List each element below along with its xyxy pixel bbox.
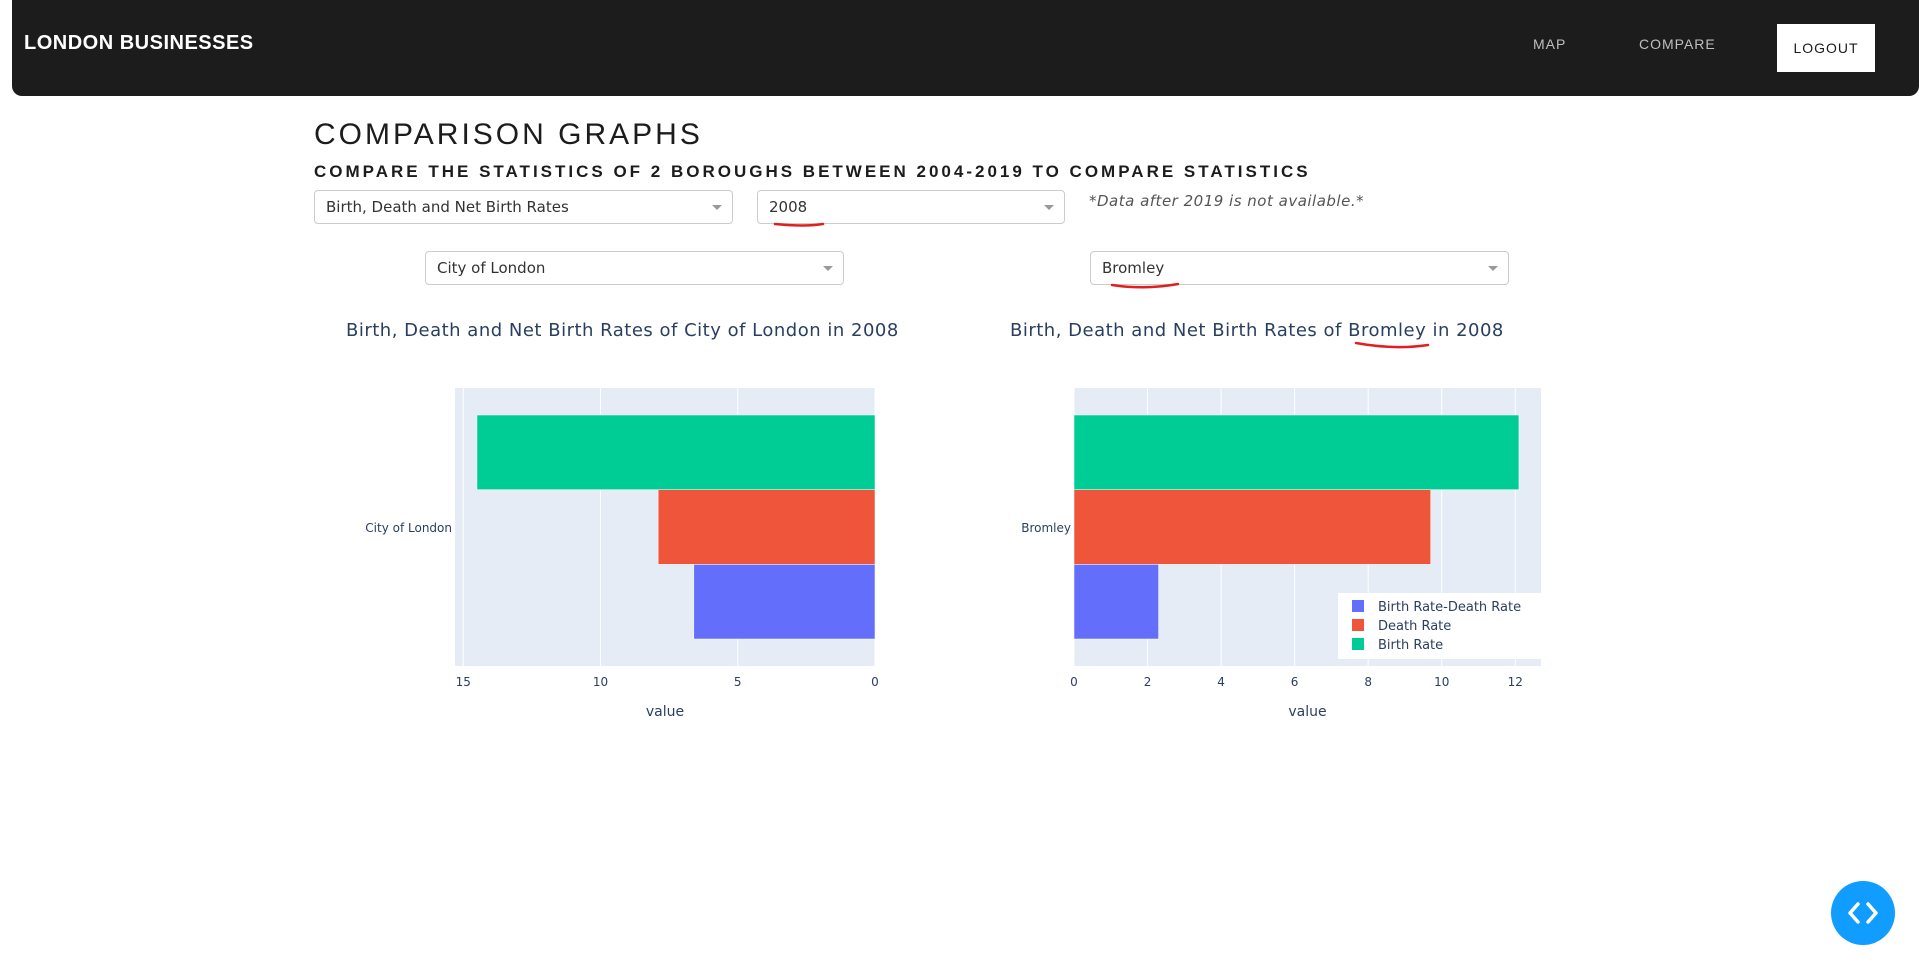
legend-label: Birth Rate-Death Rate <box>1378 600 1521 615</box>
x-tick-label: 4 <box>1217 675 1225 689</box>
legend-swatch <box>1352 638 1364 650</box>
bar-death-rate <box>1073 489 1431 565</box>
legend-label: Death Rate <box>1378 619 1451 634</box>
x-tick-label: 6 <box>1291 675 1299 689</box>
legend-label: Birth Rate <box>1378 638 1443 653</box>
x-tick-label: 0 <box>1070 675 1078 689</box>
bar-birth-rate <box>1073 414 1520 490</box>
legend-swatch <box>1352 600 1364 612</box>
bar-birth-rate-death-rate <box>1073 564 1159 640</box>
dev-tools-button[interactable] <box>1831 881 1895 945</box>
legend-swatch <box>1352 619 1364 631</box>
x-axis-label: value <box>1288 704 1326 720</box>
chart-right: 0 2 4 6 8 10 12 Bromley value Birth Rate-Death Ra… <box>1021 388 1541 720</box>
y-category-label: Bromley <box>1021 521 1071 535</box>
x-tick-label: 8 <box>1364 675 1372 689</box>
x-tick-label: 10 <box>1434 675 1449 689</box>
x-tick-label: 12 <box>1508 675 1523 689</box>
code-icon <box>1848 902 1878 924</box>
x-tick-label: 2 <box>1144 675 1152 689</box>
